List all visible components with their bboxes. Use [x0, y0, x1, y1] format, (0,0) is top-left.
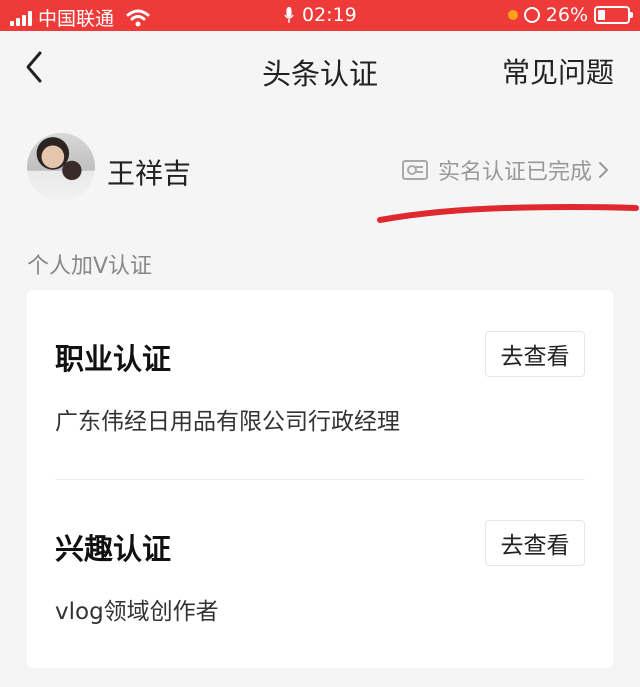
cert-description: 广东伟经日用品有限公司行政经理: [55, 409, 400, 435]
nav-bar: 头条认证 常见问题: [0, 31, 640, 107]
status-bar: 中国联通 02:19 26%: [0, 0, 640, 31]
status-center: 02:19: [284, 4, 357, 26]
faq-link[interactable]: 常见问题: [502, 51, 614, 91]
real-name-verify-link[interactable]: 实名认证已完成: [401, 154, 610, 186]
certification-card: 职业认证 去查看 广东伟经日用品有限公司行政经理 兴趣认证 去查看 vlog领域…: [27, 290, 613, 668]
back-chevron-icon[interactable]: [20, 49, 50, 85]
wifi-icon: [126, 9, 150, 26]
section-label: 个人加V认证: [27, 254, 153, 279]
chevron-right-icon: [599, 162, 609, 178]
status-right: 26%: [507, 4, 633, 26]
clock: 02:19: [302, 4, 357, 26]
signal-icon: [10, 10, 32, 26]
cert-description: vlog领域创作者: [55, 599, 219, 625]
carrier-label: 中国联通: [38, 8, 115, 30]
red-underline-annotation: [377, 204, 639, 223]
view-interest-cert-button[interactable]: 去查看: [485, 520, 585, 566]
verify-status-label: 实名认证已完成: [437, 160, 592, 185]
cert-title: 兴趣认证: [55, 532, 172, 566]
user-name: 王祥吉: [107, 157, 192, 190]
divider: [55, 479, 585, 480]
rotation-lock-icon: [523, 7, 540, 23]
battery-icon: [594, 6, 633, 24]
battery-fill: [598, 10, 605, 20]
status-left: 中国联通: [10, 4, 150, 31]
avatar: [27, 133, 95, 201]
id-card-icon: [401, 160, 428, 180]
battery-percent: 26%: [545, 4, 588, 26]
indicator-dot-icon: [507, 10, 518, 20]
view-professional-cert-button[interactable]: 去查看: [485, 331, 585, 377]
microphone-icon: [284, 6, 294, 23]
cert-title: 职业认证: [55, 342, 172, 376]
